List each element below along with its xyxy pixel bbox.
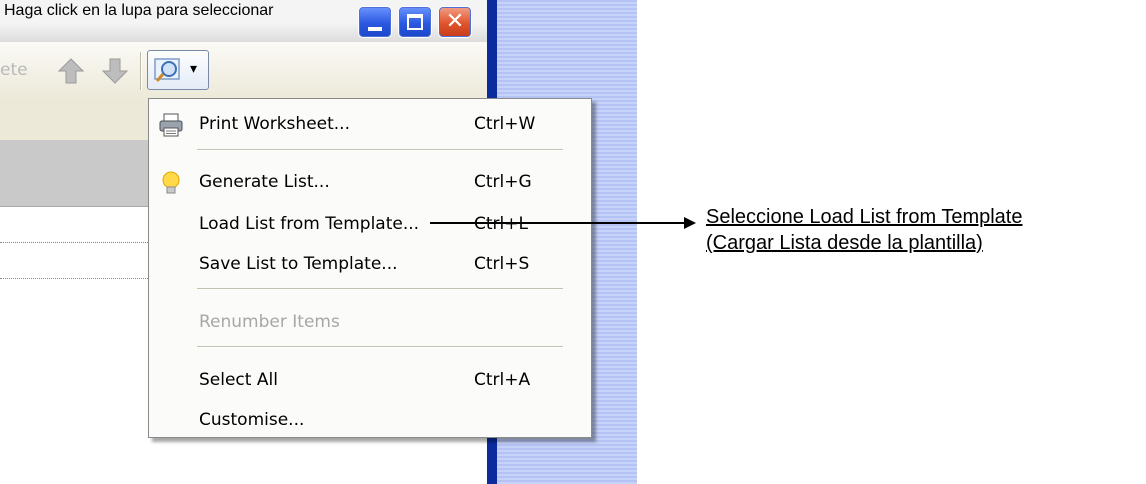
chevron-down-icon: ▾ xyxy=(190,61,198,77)
arrow-up-icon[interactable] xyxy=(56,56,86,86)
maximize-icon xyxy=(407,14,423,30)
menu-separator xyxy=(197,346,563,348)
menu-item-shortcut: Ctrl+W xyxy=(474,114,536,134)
maximize-button[interactable] xyxy=(398,6,432,38)
printer-icon xyxy=(159,113,183,137)
callout-arrowhead xyxy=(684,217,696,229)
close-icon: ✕ xyxy=(445,9,465,34)
delete-button-label[interactable]: ete xyxy=(0,60,28,80)
menu-item-renumber-items: Renumber Items xyxy=(149,307,591,337)
dropdown-menu: Print Worksheet... Ctrl+W Generate List.… xyxy=(148,98,592,438)
magnifier-icon xyxy=(154,58,180,82)
close-button[interactable]: ✕ xyxy=(438,6,472,38)
callout-line-2: (Cargar Lista desde la plantilla) xyxy=(706,232,983,254)
view-options-button[interactable]: ▾ xyxy=(147,50,209,90)
callout-annotation: Seleccione Load List from Template (Carg… xyxy=(706,204,1022,256)
toolbar: ete ▾ xyxy=(0,42,487,101)
lightbulb-icon xyxy=(162,171,180,194)
menu-item-load-list-from-template[interactable]: Load List from Template... Ctrl+L xyxy=(149,209,591,239)
menu-item-save-list-to-template[interactable]: Save List to Template... Ctrl+S xyxy=(149,249,591,279)
row-divider xyxy=(0,278,148,279)
row-divider xyxy=(0,242,148,243)
callout-line xyxy=(430,222,686,224)
menu-item-label: Save List to Template... xyxy=(199,254,398,274)
menu-item-label: Customise... xyxy=(199,410,305,430)
menu-item-print-worksheet[interactable]: Print Worksheet... Ctrl+W xyxy=(149,109,591,139)
menu-item-customise[interactable]: Customise... xyxy=(149,405,591,435)
callout-line-1: Seleccione Load List from Template xyxy=(706,206,1023,228)
menu-separator xyxy=(197,149,563,151)
menu-item-shortcut: Ctrl+G xyxy=(474,172,532,192)
minimize-button[interactable] xyxy=(358,6,392,38)
menu-item-shortcut: Ctrl+S xyxy=(474,254,530,274)
menu-item-generate-list[interactable]: Generate List... Ctrl+G xyxy=(149,167,591,197)
list-selected-band xyxy=(0,140,148,207)
menu-item-label: Select All xyxy=(199,370,278,390)
list-header xyxy=(0,100,148,141)
menu-item-select-all[interactable]: Select All Ctrl+A xyxy=(149,365,591,395)
minimize-icon xyxy=(368,27,382,31)
menu-item-label: Load List from Template... xyxy=(199,214,420,234)
menu-separator xyxy=(197,288,563,290)
menu-item-shortcut: Ctrl+L xyxy=(474,214,528,234)
toolbar-separator xyxy=(140,52,141,90)
menu-item-shortcut: Ctrl+A xyxy=(474,370,531,390)
menu-item-label: Renumber Items xyxy=(199,312,340,332)
arrow-down-icon[interactable] xyxy=(100,56,130,86)
menu-item-label: Print Worksheet... xyxy=(199,114,350,134)
menu-item-label: Generate List... xyxy=(199,172,330,192)
